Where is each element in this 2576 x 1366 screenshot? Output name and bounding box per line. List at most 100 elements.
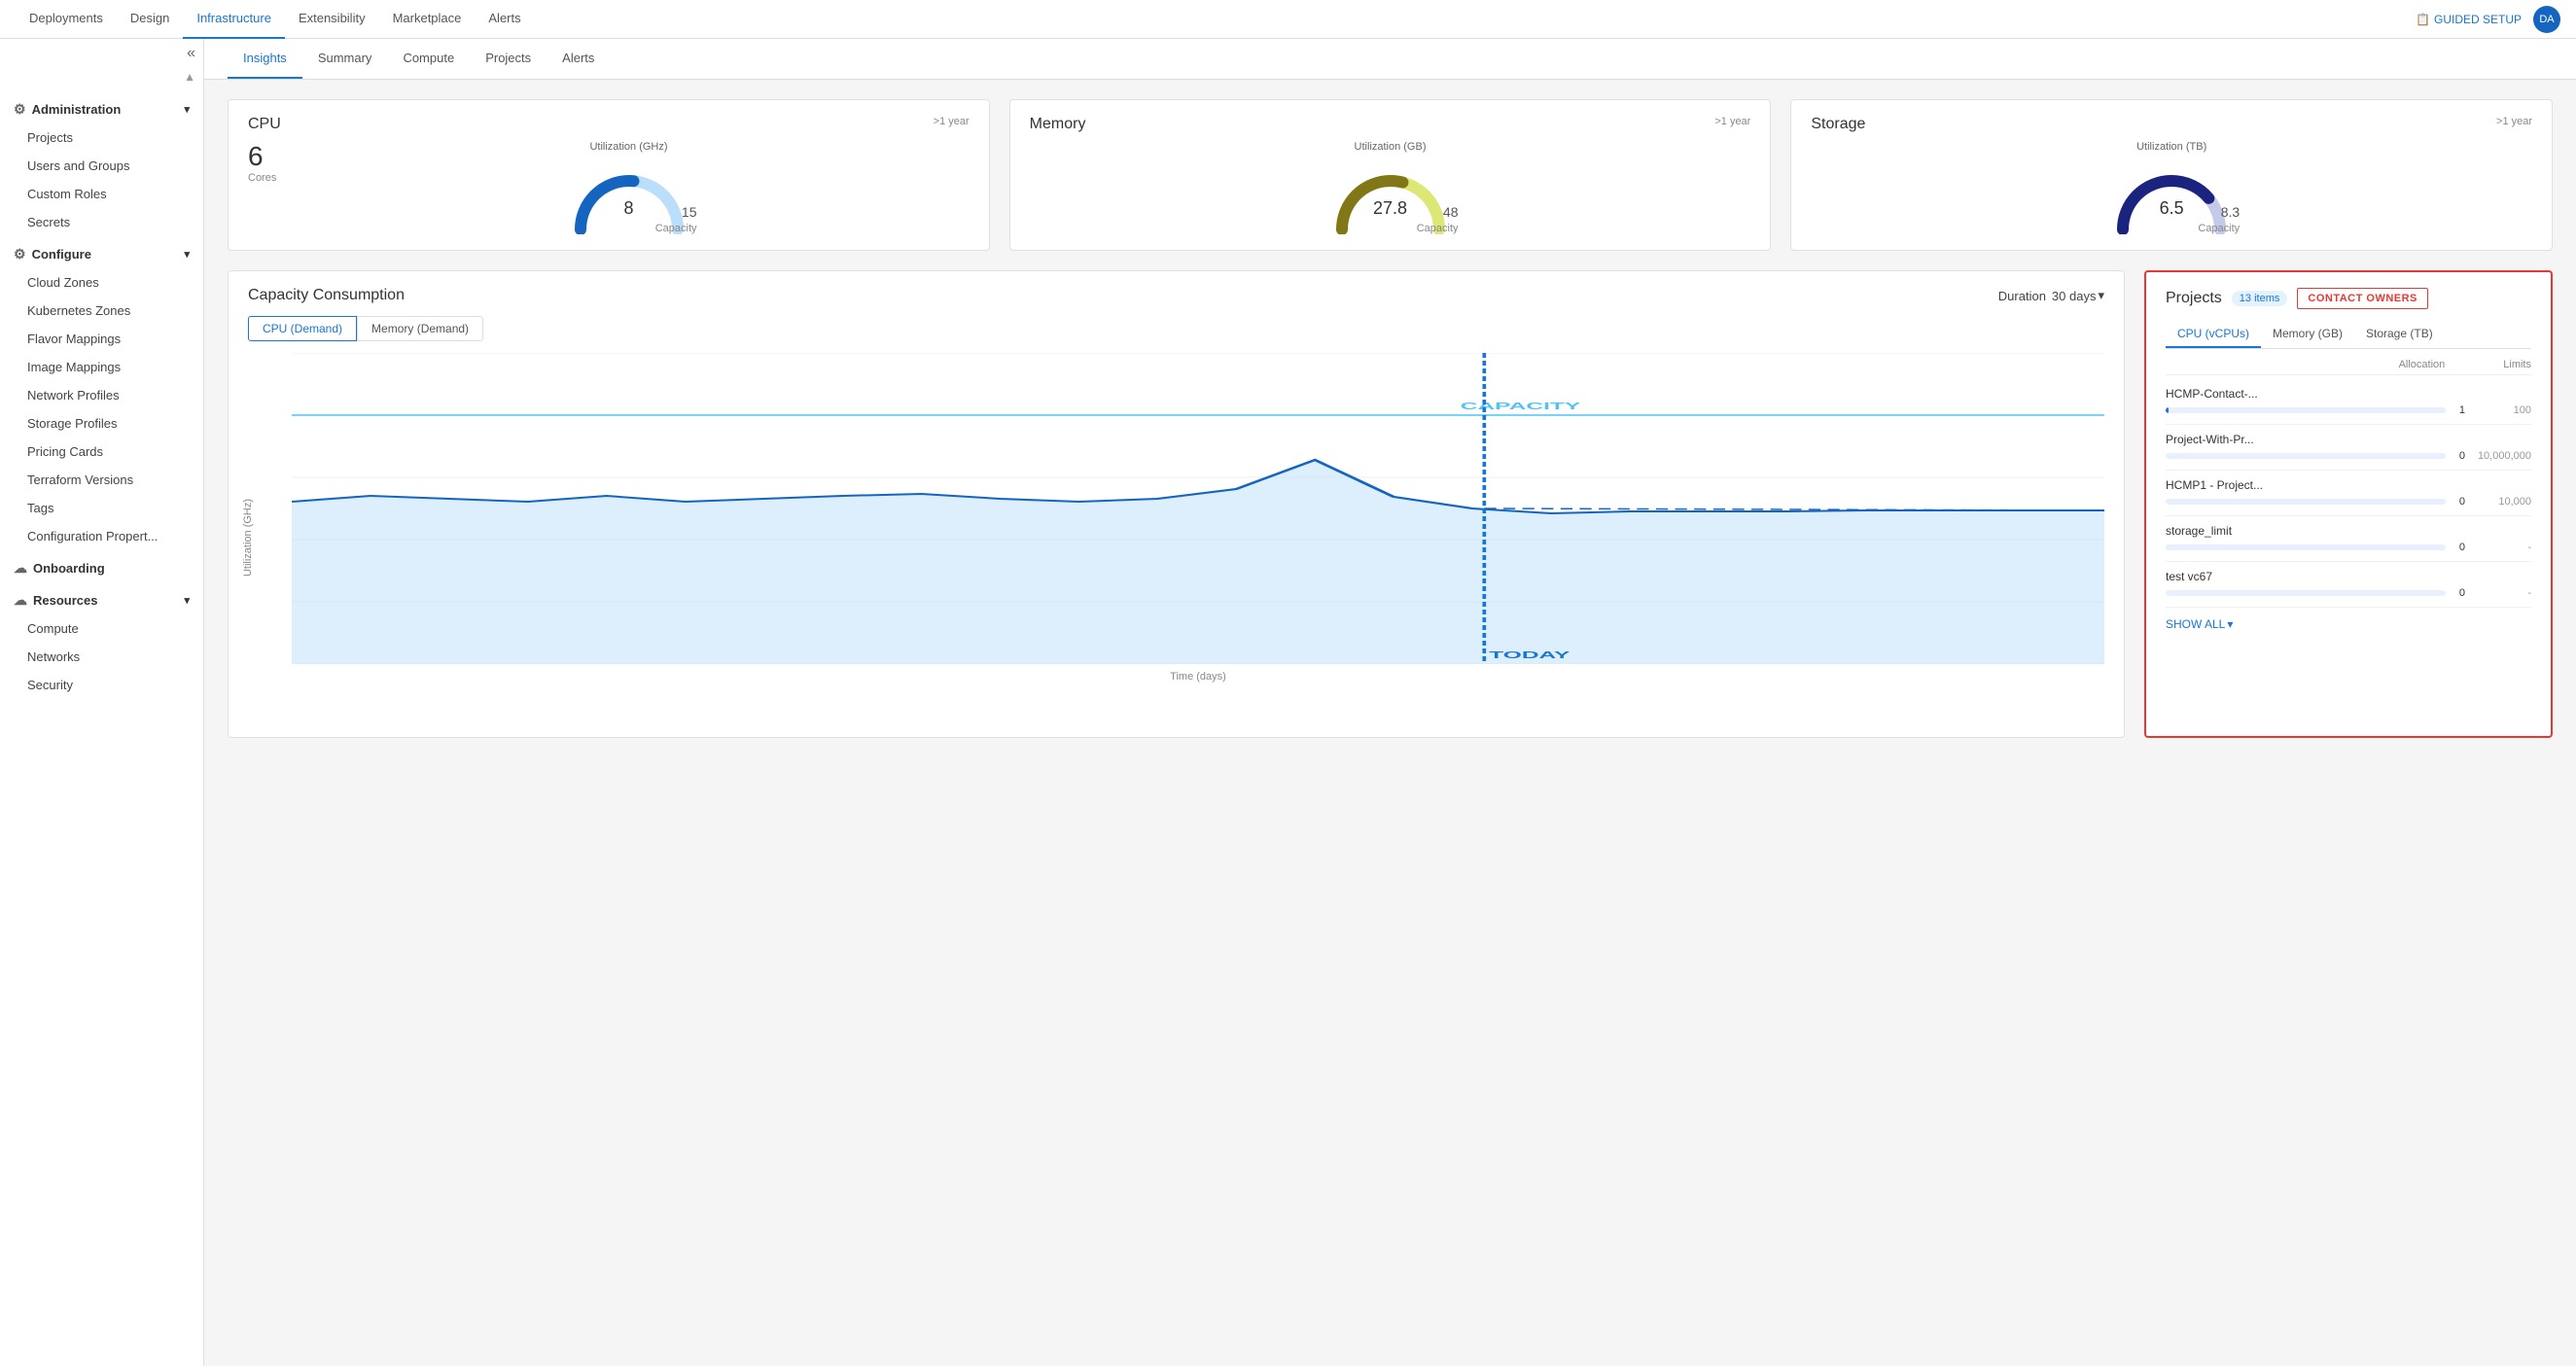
- list-item: test vc67 0 -: [2166, 562, 2531, 608]
- top-navigation: Deployments Design Infrastructure Extens…: [0, 0, 2576, 39]
- sidebar-item-pricing-cards[interactable]: Pricing Cards: [0, 438, 203, 466]
- sidebar-item-terraform-versions[interactable]: Terraform Versions: [0, 466, 203, 494]
- duration-control: Duration 30 days ▾: [1998, 288, 2104, 303]
- storage-capacity-label: Capacity: [2198, 223, 2240, 234]
- cpu-capacity-num: 15: [655, 204, 697, 220]
- capacity-consumption-card: Capacity Consumption Duration 30 days ▾ …: [228, 270, 2125, 738]
- memory-gauge: Utilization (GB) 27.8 48 Capacity: [1030, 141, 1751, 234]
- capacity-chart-svg: 20 15 10 5 0 CAPACITY: [292, 353, 2104, 664]
- capacity-consumption-title: Capacity Consumption: [248, 287, 405, 304]
- duration-label: Duration: [1998, 289, 2046, 303]
- storage-metric-card: Storage >1 year Utilization (TB) 6.5: [1790, 99, 2553, 251]
- sidebar-collapse-button[interactable]: «: [0, 39, 203, 68]
- project-limit-4: -: [2473, 587, 2531, 599]
- show-all-button[interactable]: SHOW ALL ▾: [2166, 617, 2531, 631]
- nav-item-alerts[interactable]: Alerts: [475, 0, 534, 39]
- memory-capacity-label: Capacity: [1417, 223, 1459, 234]
- cpu-core-count: 6: [248, 141, 276, 172]
- sidebar-item-compute[interactable]: Compute: [0, 614, 203, 643]
- cpu-timeframe: >1 year: [934, 116, 970, 127]
- sidebar-scroll-up-icon[interactable]: ▲: [184, 70, 195, 84]
- main-content: Insights Summary Compute Projects Alerts…: [204, 39, 2576, 1366]
- projects-tab-cpu[interactable]: CPU (vCPUs): [2166, 321, 2261, 348]
- svg-text:TODAY: TODAY: [1489, 649, 1570, 660]
- storage-capacity-num: 8.3: [2198, 204, 2240, 220]
- sidebar-item-networks[interactable]: Networks: [0, 643, 203, 671]
- sidebar-item-cloud-zones[interactable]: Cloud Zones: [0, 268, 203, 297]
- projects-tab-storage[interactable]: Storage (TB): [2354, 321, 2445, 348]
- nav-item-extensibility[interactable]: Extensibility: [285, 0, 379, 39]
- dashboard: CPU >1 year 6 Cores Utilization (GHz): [204, 80, 2576, 1366]
- sidebar-item-configuration-properties[interactable]: Configuration Propert...: [0, 522, 203, 550]
- project-alloc-4: 0: [2453, 587, 2465, 599]
- sidebar-item-kubernetes-zones[interactable]: Kubernetes Zones: [0, 297, 203, 325]
- sidebar-group-administration[interactable]: ⚙ Administration ▾: [0, 91, 203, 123]
- sidebar-section-resources: ☁ Resources ▾ Compute Networks Security: [0, 582, 203, 699]
- tab-insights[interactable]: Insights: [228, 39, 302, 79]
- administration-icon: ⚙: [14, 101, 26, 118]
- cpu-gauge: Utilization (GHz) 8 15 Capacity: [288, 141, 969, 234]
- tab-summary[interactable]: Summary: [302, 39, 388, 79]
- sidebar-item-network-profiles[interactable]: Network Profiles: [0, 381, 203, 409]
- tab-compute[interactable]: Compute: [387, 39, 470, 79]
- sidebar-item-storage-profiles[interactable]: Storage Profiles: [0, 409, 203, 438]
- sidebar-item-flavor-mappings[interactable]: Flavor Mappings: [0, 325, 203, 353]
- project-alloc-0: 1: [2453, 404, 2465, 416]
- storage-title: Storage: [1811, 116, 1865, 133]
- sidebar: « ▲ ⚙ Administration ▾ Projects Users an…: [0, 39, 204, 1366]
- contact-owners-button[interactable]: CONTACT OWNERS: [2297, 288, 2428, 309]
- project-name-4: test vc67: [2166, 570, 2531, 583]
- sidebar-group-configure[interactable]: ⚙ Configure ▾: [0, 236, 203, 268]
- list-item: Project-With-Pr... 0 10,000,000: [2166, 425, 2531, 471]
- sidebar-group-onboarding[interactable]: ☁ Onboarding: [0, 550, 203, 582]
- project-bar-bg-4: [2166, 590, 2446, 596]
- chart-tab-cpu-demand[interactable]: CPU (Demand): [248, 316, 357, 341]
- storage-gauge-label: Utilization (TB): [2136, 141, 2206, 153]
- nav-item-marketplace[interactable]: Marketplace: [379, 0, 476, 39]
- list-item: storage_limit 0 -: [2166, 516, 2531, 562]
- sidebar-item-security[interactable]: Security: [0, 671, 203, 699]
- chart-tab-memory-demand[interactable]: Memory (Demand): [357, 316, 483, 341]
- project-name-0: HCMP-Contact-...: [2166, 387, 2531, 401]
- chart-tabs: CPU (Demand) Memory (Demand): [248, 316, 2104, 341]
- configure-chevron-icon: ▾: [184, 248, 190, 261]
- nav-item-infrastructure[interactable]: Infrastructure: [183, 0, 285, 39]
- project-limit-3: -: [2473, 542, 2531, 553]
- sidebar-item-users-and-groups[interactable]: Users and Groups: [0, 152, 203, 180]
- project-alloc-2: 0: [2453, 496, 2465, 508]
- user-avatar[interactable]: DA: [2533, 6, 2560, 33]
- projects-table-header: Allocation Limits: [2166, 359, 2531, 375]
- cpu-current-value: 8: [623, 198, 633, 219]
- nav-item-deployments[interactable]: Deployments: [16, 0, 117, 39]
- configure-icon: ⚙: [14, 246, 26, 263]
- administration-chevron-icon: ▾: [184, 103, 190, 116]
- nav-item-design[interactable]: Design: [117, 0, 183, 39]
- sidebar-item-projects[interactable]: Projects: [0, 123, 203, 152]
- cpu-title: CPU: [248, 116, 281, 133]
- guided-setup-button[interactable]: 📋 GUIDED SETUP: [2416, 13, 2522, 26]
- storage-timeframe: >1 year: [2496, 116, 2532, 127]
- sidebar-section-configure: ⚙ Configure ▾ Cloud Zones Kubernetes Zon…: [0, 236, 203, 550]
- collapse-icon: «: [187, 45, 195, 62]
- duration-value[interactable]: 30 days ▾: [2052, 288, 2104, 303]
- onboarding-icon: ☁: [14, 560, 27, 577]
- projects-tab-memory[interactable]: Memory (GB): [2261, 321, 2354, 348]
- memory-timeframe: >1 year: [1714, 116, 1750, 127]
- sidebar-group-resources[interactable]: ☁ Resources ▾: [0, 582, 203, 614]
- project-bar-bg-0: [2166, 407, 2446, 413]
- guided-setup-icon: 📋: [2416, 13, 2430, 26]
- limits-header: Limits: [2503, 359, 2531, 370]
- memory-current-value: 27.8: [1373, 198, 1407, 219]
- sidebar-item-image-mappings[interactable]: Image Mappings: [0, 353, 203, 381]
- sidebar-item-tags[interactable]: Tags: [0, 494, 203, 522]
- project-alloc-1: 0: [2453, 450, 2465, 462]
- sidebar-section-administration: ⚙ Administration ▾ Projects Users and Gr…: [0, 91, 203, 236]
- allocation-header: Allocation: [2399, 359, 2446, 370]
- project-bar-bg-3: [2166, 544, 2446, 550]
- sidebar-item-custom-roles[interactable]: Custom Roles: [0, 180, 203, 208]
- duration-chevron-icon: ▾: [2098, 288, 2104, 303]
- tab-alerts[interactable]: Alerts: [547, 39, 610, 79]
- memory-metric-card: Memory >1 year Utilization (GB) 27.8: [1009, 99, 1772, 251]
- tab-projects[interactable]: Projects: [470, 39, 547, 79]
- sidebar-item-secrets[interactable]: Secrets: [0, 208, 203, 236]
